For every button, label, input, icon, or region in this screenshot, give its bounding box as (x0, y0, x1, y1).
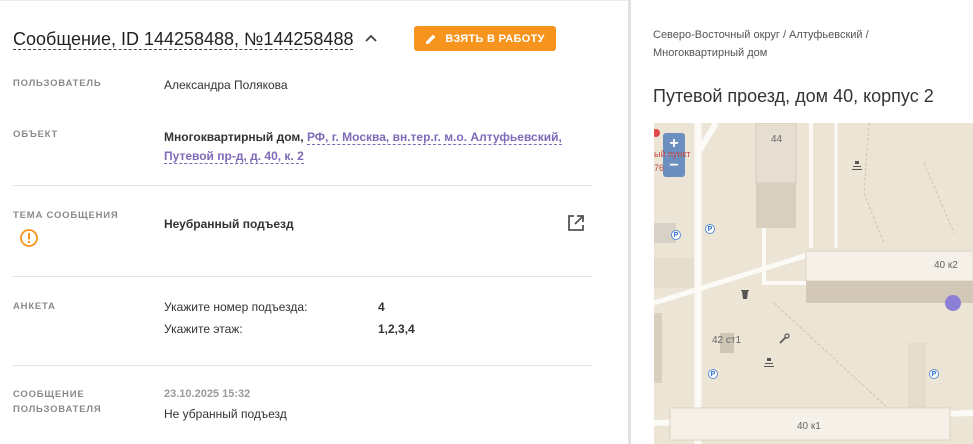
map-building-label: 44 (771, 134, 783, 145)
parking-icon: P (708, 369, 718, 379)
message-title[interactable]: Сообщение, ID 144258488, №144258488 (13, 29, 354, 50)
location-address: Путевой проезд, дом 40, корпус 2 (653, 86, 934, 106)
survey-question: Укажите номер подъезда: (164, 300, 308, 314)
object-value: Многоквартирный дом, РФ, г. Москва, вн.т… (164, 128, 562, 166)
location-panel: Северо-Восточный округ / Алтуфьевский / … (631, 0, 973, 444)
user-message-text: Не убранный подъезд (164, 407, 287, 421)
location-marker[interactable] (944, 294, 962, 312)
map-poi-label: ый пункт (654, 149, 691, 159)
breadcrumb-line-2: Многоквартирный дом (653, 47, 768, 59)
survey-answer: 1,2,3,4 (378, 322, 415, 336)
object-address-link-2[interactable]: Путевой пр-д, д. 40, к. 2 (164, 149, 304, 164)
topic-label: ТЕМА СООБЩЕНИЯ (13, 210, 119, 221)
chevron-up-icon[interactable] (363, 31, 379, 47)
divider (13, 365, 592, 366)
app-root: Сообщение, ID 144258488, №144258488 ВЗЯТ… (0, 0, 973, 444)
parking-icon: P (929, 369, 939, 379)
warning-icon (20, 229, 38, 247)
map-building-label: 40 к2 (934, 260, 958, 271)
parking-icon: P (705, 224, 715, 234)
user-message-label-2: ПОЛЬЗОВАТЕЛЯ (13, 404, 102, 415)
object-label: ОБЪЕКТ (13, 129, 59, 140)
external-link-icon[interactable] (566, 213, 586, 233)
monument-icon (852, 161, 862, 170)
topic-value: Неубранный подъезд (164, 217, 294, 231)
breadcrumb: Северо-Восточный округ / Алтуфьевский / … (653, 26, 953, 62)
survey-question: Укажите этаж: (164, 322, 243, 336)
object-type: Многоквартирный дом, (164, 130, 304, 144)
divider (13, 276, 592, 277)
parking-icon: P (671, 230, 681, 240)
pencil-icon (426, 34, 436, 44)
trash-bin-icon (741, 290, 749, 299)
object-address-link-1[interactable]: РФ, г. Москва, вн.тер.г. м.о. Алтуфьевск… (306, 130, 562, 145)
user-message-date: 23.10.2025 15:32 (164, 388, 251, 400)
divider (13, 185, 592, 186)
monument-icon (764, 358, 774, 367)
user-label: ПОЛЬЗОВАТЕЛЬ (13, 78, 102, 89)
survey-label: АНКЕТА (13, 301, 56, 312)
map[interactable]: + − ый пункт 76 44 40 к2 42 ст1 40 к1 P … (654, 123, 973, 444)
map-poi-number: 76 (654, 163, 665, 173)
take-to-work-button[interactable]: ВЗЯТЬ В РАБОТУ (414, 26, 556, 51)
user-value: Александра Полякова (164, 78, 288, 92)
tool-icon (779, 333, 790, 344)
user-message-label-1: СООБЩЕНИЕ (13, 389, 85, 400)
map-building-label: 40 к1 (797, 421, 821, 432)
map-building-label: 42 ст1 (712, 335, 742, 346)
take-to-work-label: ВЗЯТЬ В РАБОТУ (445, 32, 545, 45)
breadcrumb-line-1: Северо-Восточный округ / Алтуфьевский / (653, 29, 869, 41)
survey-answer: 4 (378, 300, 385, 314)
top-divider (0, 0, 628, 1)
map-canvas (654, 123, 973, 444)
message-panel: Сообщение, ID 144258488, №144258488 ВЗЯТ… (0, 0, 628, 444)
